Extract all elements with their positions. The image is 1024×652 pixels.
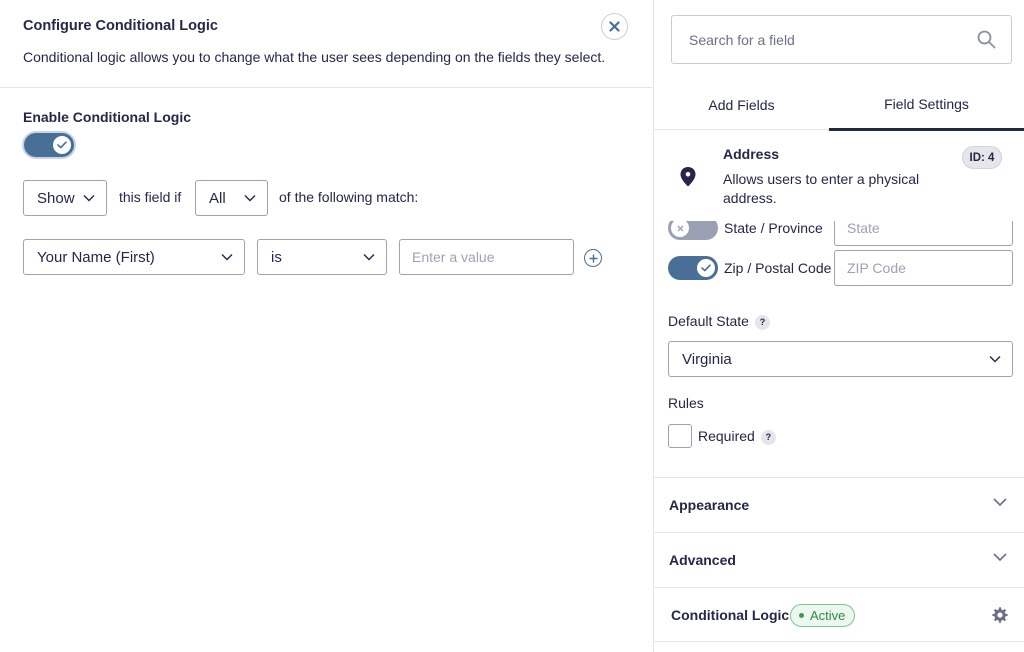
plus-icon	[589, 254, 597, 262]
rule-field-select-value: Your Name (First)	[37, 248, 155, 266]
search-icon[interactable]	[977, 30, 996, 49]
add-rule-button[interactable]	[584, 249, 602, 267]
enable-conditional-logic-label: Enable Conditional Logic	[23, 109, 191, 125]
tab-add-fields[interactable]: Add Fields	[654, 80, 829, 130]
conditional-logic-panel: Configure Conditional Logic Conditional …	[0, 0, 654, 652]
rules-label: Rules	[668, 395, 704, 411]
action-select-value: Show	[37, 189, 75, 207]
section-appearance-label: Appearance	[669, 497, 750, 513]
toggle-knob	[53, 136, 71, 154]
rule-operator-select[interactable]: is	[257, 239, 387, 275]
rule-field-select[interactable]: Your Name (First)	[23, 239, 245, 275]
zip-placeholder-input[interactable]: ZIP Code	[834, 250, 1013, 286]
chevron-down-icon	[993, 498, 1007, 506]
field-description: Allows users to enter a physical address…	[723, 171, 920, 206]
required-text: Required	[698, 428, 755, 444]
default-state-value: Virginia	[682, 350, 732, 368]
field-id-badge: ID: 4	[962, 146, 1002, 169]
rule-operator-select-value: is	[271, 248, 282, 266]
help-icon[interactable]: ?	[754, 314, 770, 330]
map-pin-icon	[680, 167, 696, 187]
required-checkbox[interactable]	[668, 424, 692, 448]
panel-header: Configure Conditional Logic Conditional …	[0, 0, 653, 88]
section-appearance[interactable]: Appearance	[654, 477, 1024, 532]
toggle-knob	[671, 219, 689, 237]
status-dot-icon	[799, 613, 804, 618]
section-advanced-label: Advanced	[669, 552, 736, 568]
section-conditional-logic[interactable]: Conditional Logic Active	[654, 587, 1024, 642]
check-icon	[701, 264, 711, 272]
panel-description: Conditional logic allows you to change w…	[23, 49, 606, 65]
toggle-knob	[697, 259, 715, 277]
state-subfield-label: State / Province	[724, 220, 823, 236]
zip-placeholder-value: ZIP Code	[847, 260, 906, 276]
panel-title: Configure Conditional Logic	[23, 18, 218, 34]
gear-icon[interactable]	[991, 606, 1009, 624]
field-name: Address	[723, 146, 780, 162]
selected-field-card: Address Allows users to enter a physical…	[654, 131, 1024, 221]
chevron-down-icon	[221, 254, 233, 261]
search-placeholder: Search for a field	[689, 31, 795, 48]
status-badge-text: Active	[810, 608, 846, 623]
section-advanced[interactable]: Advanced	[654, 532, 1024, 587]
close-icon	[609, 21, 620, 32]
sidebar-tabs: Add Fields Field Settings	[654, 80, 1024, 131]
field-search-input[interactable]: Search for a field	[671, 15, 1012, 64]
chevron-down-icon	[244, 195, 256, 202]
match-type-select[interactable]: All	[195, 180, 268, 216]
rule-value-input[interactable]: Enter a value	[399, 239, 574, 275]
rule-value-placeholder: Enter a value	[412, 249, 495, 265]
chevron-down-icon	[363, 254, 375, 261]
chevron-down-icon	[993, 553, 1007, 561]
default-state-text: Default State	[668, 313, 749, 329]
default-state-label: Default State?	[668, 313, 770, 330]
chevron-down-icon	[83, 195, 95, 202]
status-badge: Active	[790, 604, 856, 627]
close-button[interactable]	[601, 13, 628, 40]
field-settings-sidebar: Search for a field Add Fields Field Sett…	[654, 0, 1024, 652]
action-select[interactable]: Show	[23, 180, 107, 216]
rule-text-following-match: of the following match:	[279, 189, 419, 205]
default-state-select[interactable]: Virginia	[668, 341, 1013, 377]
match-type-select-value: All	[209, 189, 226, 207]
chevron-down-icon	[989, 356, 1001, 363]
zip-subfield-label: Zip / Postal Code	[724, 260, 832, 276]
x-icon	[677, 225, 683, 231]
section-conditional-logic-label: Conditional Logic	[671, 606, 790, 623]
enable-conditional-logic-toggle[interactable]	[24, 133, 74, 157]
rule-text-this-field-if: this field if	[119, 189, 182, 205]
tab-field-settings[interactable]: Field Settings	[829, 80, 1024, 131]
required-label: Required?	[698, 428, 776, 445]
state-placeholder-value: State	[847, 220, 880, 236]
check-icon	[57, 141, 67, 149]
help-icon[interactable]: ?	[760, 429, 776, 445]
zip-subfield-toggle[interactable]	[668, 256, 718, 280]
